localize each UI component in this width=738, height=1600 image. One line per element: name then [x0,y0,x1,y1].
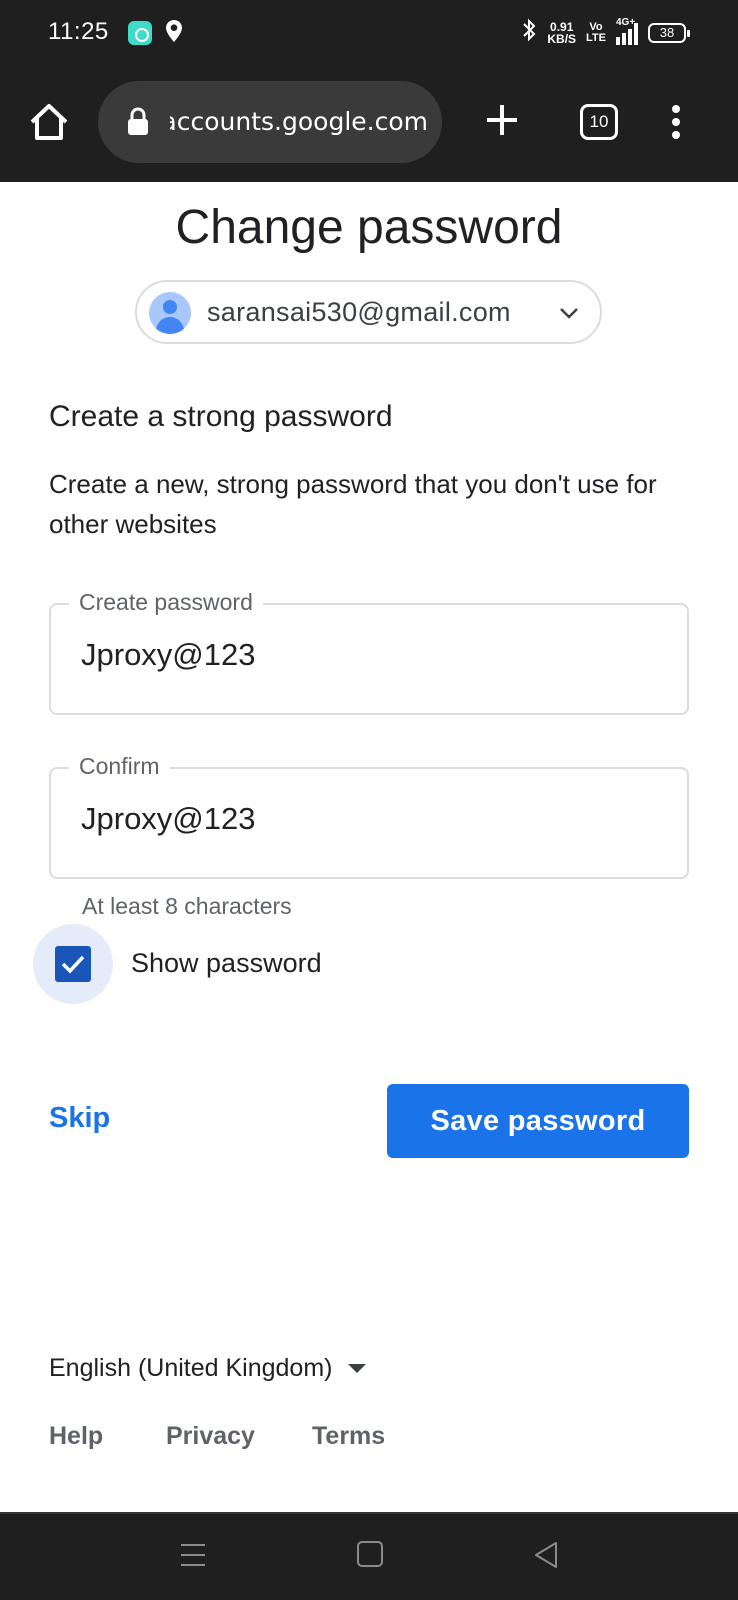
avatar [149,292,191,334]
password-hint: At least 8 characters [82,893,292,919]
checkmark-icon[interactable] [55,946,91,982]
home-nav-icon[interactable] [356,1540,384,1573]
tab-count: 10 [589,112,609,131]
system-nav-bar [0,1512,738,1600]
page-title: Change password [175,201,563,254]
lock-icon[interactable] [126,107,150,142]
confirm-password-field[interactable]: Confirm [49,753,689,879]
create-password-input[interactable] [81,637,661,673]
volte-indicator: Vo LTE [586,20,606,44]
create-password-label: Create password [69,589,263,616]
tab-switcher-icon[interactable]: 10 [580,104,618,140]
url-text[interactable]: accounts.google.com [170,107,428,136]
battery-icon: 38 [648,22,690,43]
status-time: 11:25 [48,18,109,45]
status-bar: 11:25 0.91 KB/S Vo LTE 4G+ 38 [0,0,738,66]
battery-level: 38 [659,25,675,40]
app-notification-icon [128,21,152,45]
browser-toolbar: accounts.google.com 10 [0,66,738,182]
home-icon[interactable] [26,100,72,146]
network-type: 4G+ [616,16,636,28]
recents-icon[interactable] [178,1540,208,1575]
back-icon[interactable] [532,1540,560,1575]
net-speed: 0.91 KB/S [547,19,577,46]
show-password-label[interactable]: Show password [131,948,322,979]
language-label[interactable]: English (United Kingdom) [49,1354,332,1383]
account-email: saransai530@gmail.com [207,297,511,327]
show-password-checkbox[interactable] [33,924,113,1004]
more-menu-icon[interactable] [670,104,682,145]
confirm-password-label: Confirm [69,753,170,780]
chevron-down-icon [558,302,580,329]
account-chip[interactable]: saransai530@gmail.com [135,280,602,344]
skip-button[interactable]: Skip [49,1102,110,1135]
status-icons: 0.91 KB/S Vo LTE 4G+ 38 [521,17,690,47]
terms-link[interactable]: Terms [312,1422,385,1451]
save-password-button[interactable]: Save password [387,1084,689,1158]
help-link[interactable]: Help [49,1422,103,1451]
location-icon [166,20,182,47]
confirm-password-input[interactable] [81,801,661,837]
create-password-field[interactable]: Create password [49,589,689,715]
privacy-link[interactable]: Privacy [166,1422,255,1451]
language-selector[interactable]: English (United Kingdom) [49,1354,367,1383]
address-bar[interactable]: accounts.google.com [98,81,442,163]
section-title: Create a strong password [49,400,393,433]
caret-down-icon[interactable] [348,1364,367,1373]
signal-icon: 4G+ [616,17,638,45]
section-description: Create a new, strong password that you d… [49,469,657,539]
new-tab-icon[interactable] [484,102,520,143]
bluetooth-icon [521,18,537,47]
